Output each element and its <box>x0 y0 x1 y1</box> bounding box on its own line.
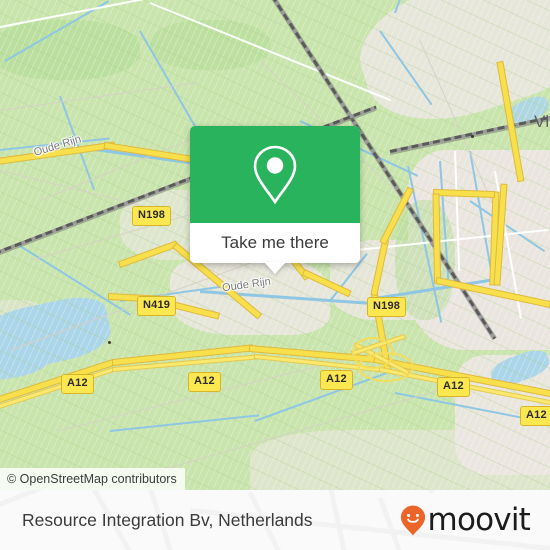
map-shield-a12[interactable]: A12 <box>320 370 353 390</box>
map-view[interactable]: Vl Oude Rijn Oude Rijn N198 N419 N198 A1… <box>0 0 550 490</box>
map-shield-n198[interactable]: N198 <box>132 206 172 226</box>
map-shield-n198[interactable]: N198 <box>367 297 407 317</box>
map-interchange-loop <box>358 352 414 382</box>
moovit-wordmark: moovit <box>427 501 531 538</box>
location-title: Resource Integration Bv, Netherlands <box>22 509 313 530</box>
moovit-pin-icon <box>400 505 425 535</box>
map-place-label: Vl <box>534 112 550 131</box>
callout-image-area <box>190 126 360 223</box>
callout-action-area[interactable]: Take me there <box>190 223 360 274</box>
map-pin-icon <box>253 145 297 204</box>
take-me-there-label: Take me there <box>221 233 329 252</box>
location-callout-card[interactable]: Take me there <box>190 126 360 274</box>
map-shield-n419[interactable]: N419 <box>137 296 177 316</box>
callout-tail <box>264 262 286 274</box>
osm-attribution[interactable]: © OpenStreetMap contributors <box>0 468 185 490</box>
map-shield-a12[interactable]: A12 <box>520 406 550 426</box>
osm-attribution-text: © OpenStreetMap contributors <box>7 472 177 486</box>
map-poi-dot <box>108 341 111 344</box>
map-shield-a12[interactable]: A12 <box>188 372 221 392</box>
map-poi-dot <box>471 135 474 138</box>
moovit-location-card: Vl Oude Rijn Oude Rijn N198 N419 N198 A1… <box>0 0 550 550</box>
moovit-logo[interactable]: moovit <box>400 501 531 538</box>
map-shield-a12[interactable]: A12 <box>437 377 470 397</box>
footer-bar: Resource Integration Bv, Netherlands moo… <box>0 490 550 550</box>
map-shield-a12[interactable]: A12 <box>61 374 94 394</box>
